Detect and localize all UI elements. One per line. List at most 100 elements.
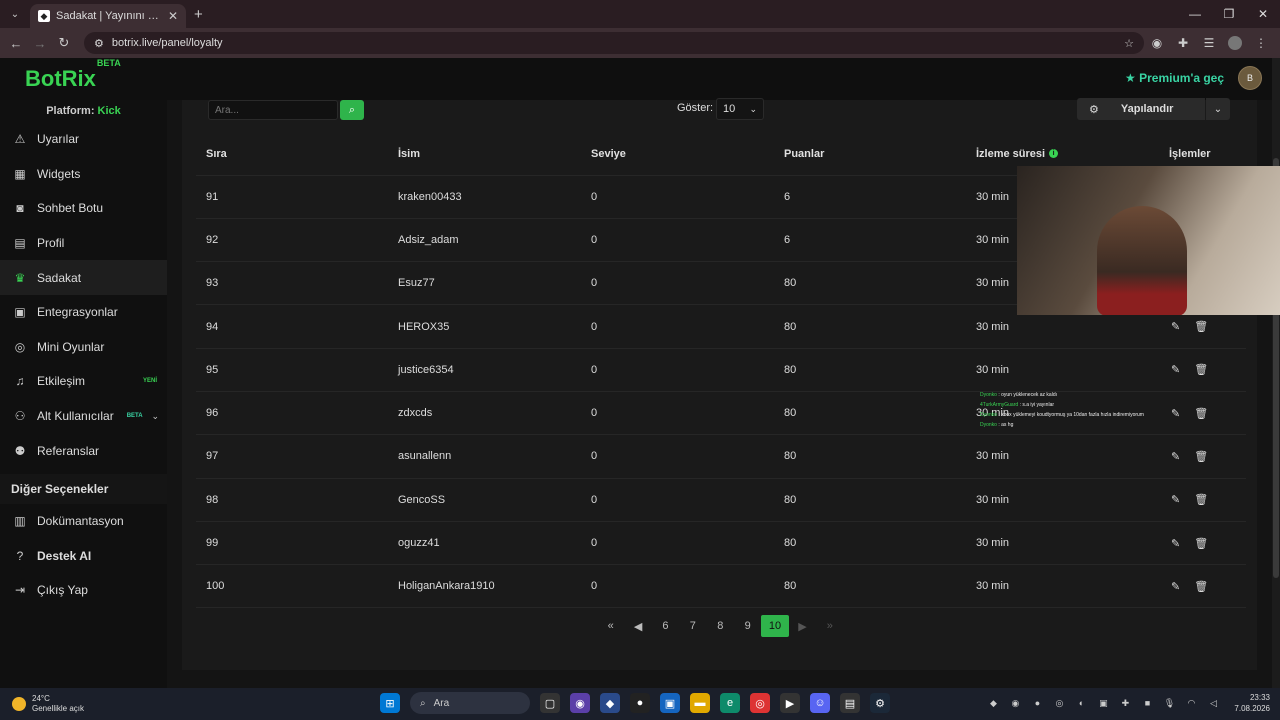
page-link[interactable]: 8 [707, 615, 734, 637]
store-icon[interactable]: ▣ [660, 693, 680, 713]
trash-icon[interactable]: 🗑 [1194, 407, 1208, 420]
page-link[interactable]: 9 [734, 615, 761, 637]
info-icon[interactable]: i [1049, 149, 1059, 159]
trash-icon[interactable]: 🗑 [1194, 537, 1208, 550]
volume-icon[interactable]: ◁ [1206, 698, 1220, 709]
task-view-icon[interactable]: ▢ [540, 693, 560, 713]
new-tab-icon[interactable]: + [194, 6, 203, 23]
browser-profile-icon[interactable] [1228, 36, 1242, 50]
folder-icon[interactable]: ▬ [690, 693, 710, 713]
edit-icon[interactable]: ✎ [1171, 363, 1180, 376]
reading-list-icon[interactable]: ☰ [1196, 36, 1222, 50]
search-input[interactable] [208, 100, 338, 120]
puzzle-icon[interactable]: ✚ [1170, 36, 1196, 50]
close-window-icon[interactable]: ✕ [1246, 0, 1280, 28]
chrome-icon[interactable]: ◎ [750, 693, 770, 713]
current-page[interactable]: 10 [761, 615, 789, 637]
sidebar-item-referanslar[interactable]: ⚉ Referanslar [0, 433, 167, 468]
col-header[interactable]: Sıra [196, 133, 388, 176]
microphone-icon[interactable]: 🎙 [1162, 698, 1176, 709]
configure-button[interactable]: ⚙ Yapılandır [1077, 98, 1205, 120]
chevron-down-icon[interactable]: ⌄ [151, 411, 159, 422]
search-button[interactable]: ⌕ [340, 100, 364, 120]
browser-tab[interactable]: ◆ Sadakat | Yayınını güçlendirmek ✕ [30, 4, 186, 28]
sidebar-item-uyarilar[interactable]: ⚠ Uyarılar [0, 122, 167, 157]
trash-icon[interactable]: 🗑 [1194, 493, 1208, 506]
restore-icon[interactable]: ❐ [1212, 0, 1246, 28]
page-scrollbar[interactable] [1272, 58, 1280, 688]
edit-icon[interactable]: ✎ [1171, 493, 1180, 506]
tray-icon[interactable]: ◉ [1008, 698, 1022, 709]
cell-actions: ✎ 🗑 [1159, 434, 1246, 479]
tray-icon[interactable]: ◐ [1074, 698, 1088, 708]
discord-icon[interactable]: ☺ [810, 693, 830, 713]
tray-icon[interactable]: ◆ [986, 698, 1000, 709]
edge-icon[interactable]: e [720, 693, 740, 713]
sidebar-item-alt-kullanicilar[interactable]: ⚇ Alt Kullanıcılar BETA ⌄ [0, 399, 167, 434]
cell-name: oguzz41 [388, 521, 581, 566]
question-icon: ? [16, 548, 24, 563]
page-link[interactable]: 7 [679, 615, 706, 637]
browser-menu-icon[interactable]: ⋮ [1248, 36, 1274, 50]
bookmark-star-icon[interactable]: ☆ [1124, 37, 1134, 50]
col-header[interactable]: İsim [388, 133, 581, 176]
last-page-icon[interactable]: » [816, 615, 843, 637]
trash-icon[interactable]: 🗑 [1194, 580, 1208, 593]
edit-icon[interactable]: ✎ [1171, 580, 1180, 593]
tray-icon[interactable]: ◎ [1052, 698, 1066, 709]
sidebar-item-profil[interactable]: ▤ Profil [0, 226, 167, 261]
reload-icon[interactable]: ↻ [52, 35, 76, 51]
sidebar-item-sohbet-botu[interactable]: ◙ Sohbet Botu [0, 191, 167, 226]
media-icon[interactable]: ▶ [780, 693, 800, 713]
clock[interactable]: 23:33 7.08.2026 [1234, 692, 1270, 714]
premium-link[interactable]: ★ Premium'a geç [1125, 71, 1224, 85]
tray-icon[interactable]: ✚ [1118, 698, 1132, 709]
edit-icon[interactable]: ✎ [1171, 450, 1180, 463]
sidebar-item-cikis-yap[interactable]: ⇥ Çıkış Yap [0, 573, 167, 608]
app-icon[interactable]: ● [630, 693, 650, 713]
trash-icon[interactable]: 🗑 [1194, 363, 1208, 376]
page-size-select[interactable]: 10 ⌄ [716, 98, 764, 120]
avatar[interactable]: B [1238, 66, 1262, 90]
taskbar-search[interactable]: ⌕ Ara [410, 692, 530, 714]
table-row: 99 oguzz41 0 80 30 min ✎ 🗑 [196, 521, 1246, 566]
app-icon[interactable]: ◉ [570, 693, 590, 713]
sidebar-item-entegrasyonlar[interactable]: ▣ Entegrasyonlar [0, 295, 167, 330]
col-header[interactable]: Seviye [581, 133, 774, 176]
weather-widget[interactable]: 24°C Genellikle açık [12, 694, 84, 714]
sidebar-item-label: Mini Oyunlar [37, 339, 105, 354]
sidebar-item-etkilesim[interactable]: ♫ Etkileşim YENİ [0, 364, 167, 399]
tab-search-icon[interactable]: ⌄ [4, 3, 26, 25]
app-icon[interactable]: ◆ [600, 693, 620, 713]
site-info-icon[interactable]: ⚙ [94, 37, 104, 50]
wifi-icon[interactable]: ◠ [1184, 698, 1198, 709]
minimize-icon[interactable]: — [1178, 0, 1212, 28]
first-page-icon[interactable]: « [597, 615, 624, 637]
col-header[interactable]: Puanlar [774, 133, 966, 176]
botrix-logo[interactable]: BotRixBETA [25, 58, 121, 92]
tray-icon[interactable]: ■ [1140, 698, 1154, 708]
app-icon[interactable]: ▤ [840, 693, 860, 713]
configure-dropdown-button[interactable]: ⌄ [1206, 98, 1230, 120]
steam-icon[interactable]: ⚙ [870, 693, 890, 713]
trash-icon[interactable]: 🗑 [1194, 320, 1208, 333]
tray-icon[interactable]: ▣ [1096, 698, 1110, 709]
back-icon[interactable]: ← [4, 36, 28, 51]
windows-start-icon[interactable]: ⊞ [380, 693, 400, 713]
sidebar-item-widgets[interactable]: ▦ Widgets [0, 157, 167, 192]
close-tab-icon[interactable]: ✕ [168, 9, 178, 23]
sidebar-item-dokumantasyon[interactable]: ▥ Dokümantasyon [0, 504, 167, 539]
next-page-icon[interactable]: ▶ [789, 615, 816, 637]
url-field[interactable]: ⚙ botrix.live/panel/loyalty ☆ [84, 32, 1144, 54]
forward-icon[interactable]: → [28, 36, 52, 51]
tray-icon[interactable]: ● [1030, 698, 1044, 708]
prev-page-icon[interactable]: ◀ [624, 615, 651, 637]
edit-icon[interactable]: ✎ [1171, 537, 1180, 550]
sidebar-item-sadakat[interactable]: ♛ Sadakat [0, 260, 167, 295]
sidebar-item-mini-oyunlar[interactable]: ◎ Mini Oyunlar [0, 330, 167, 365]
edit-icon[interactable]: ✎ [1171, 320, 1180, 333]
sidebar-item-destek-ai[interactable]: ? Destek AI [0, 539, 167, 574]
extension-icon[interactable]: ◉ [1144, 36, 1170, 50]
page-link[interactable]: 6 [652, 615, 679, 637]
trash-icon[interactable]: 🗑 [1194, 450, 1208, 463]
